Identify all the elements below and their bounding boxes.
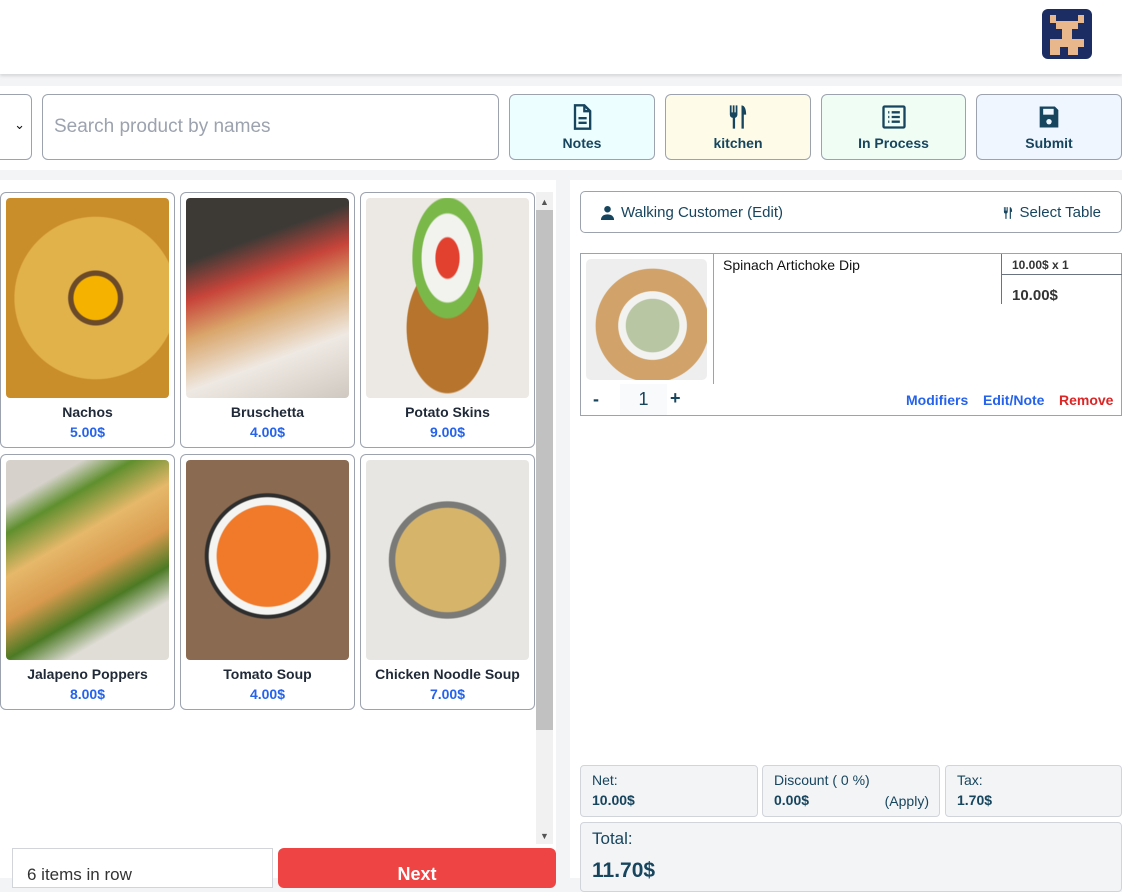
product-image [366, 198, 529, 398]
items-per-row-select[interactable]: 6 items in row [12, 848, 273, 888]
kitchen-button[interactable]: kitchen [665, 94, 811, 160]
net-value: 10.00$ [592, 792, 635, 808]
product-card[interactable]: Bruschetta 4.00$ [180, 192, 355, 448]
search-input[interactable] [42, 94, 499, 160]
net-label: Net: [592, 772, 618, 788]
chevron-down-icon: ⌄ [14, 117, 25, 132]
user-icon [600, 205, 615, 220]
notes-button[interactable]: Notes [509, 94, 655, 160]
net-summary: Net: 10.00$ [580, 765, 758, 817]
next-button[interactable]: Next [278, 848, 556, 888]
submit-button[interactable]: Submit [976, 94, 1122, 160]
product-card[interactable]: Chicken Noodle Soup 7.00$ [360, 454, 535, 710]
save-icon [1039, 106, 1059, 128]
user-avatar-logo[interactable] [1042, 9, 1092, 59]
submit-label: Submit [1025, 135, 1073, 151]
discount-label: Discount ( 0 %) [774, 772, 870, 788]
product-image [6, 460, 169, 660]
item-name: Spinach Artichoke Dip [723, 257, 860, 273]
item-unit-price: 10.00$ x 1 [1012, 258, 1069, 272]
tax-summary: Tax: 1.70$ [945, 765, 1122, 817]
product-card[interactable]: Jalapeno Poppers 8.00$ [0, 454, 175, 710]
category-select[interactable]: ⌄ [0, 94, 32, 160]
scroll-up-icon[interactable]: ▲ [540, 197, 549, 207]
product-image [186, 460, 349, 660]
modifiers-link[interactable]: Modifiers [906, 392, 968, 408]
tax-label: Tax: [957, 772, 983, 788]
product-name: Jalapeno Poppers [27, 666, 148, 682]
product-card[interactable]: Tomato Soup 4.00$ [180, 454, 355, 710]
scrollbar-thumb[interactable] [536, 210, 553, 730]
customer-edit-link[interactable]: Walking Customer (Edit) [600, 204, 783, 221]
app-header [0, 0, 1122, 74]
remove-link[interactable]: Remove [1059, 392, 1113, 408]
product-price: 4.00$ [249, 424, 286, 440]
increase-qty-button[interactable]: + [670, 388, 681, 409]
customer-name: Walking Customer (Edit) [621, 204, 783, 221]
customer-bar: Walking Customer (Edit) Select Table [580, 191, 1122, 233]
notes-label: Notes [562, 135, 602, 151]
select-table-label: Select Table [1019, 204, 1101, 221]
product-price: 9.00$ [429, 424, 466, 440]
product-image [6, 198, 169, 398]
product-name: Tomato Soup [223, 666, 312, 682]
select-table-button[interactable]: Select Table [1001, 204, 1101, 221]
item-total: 10.00$ [1012, 287, 1058, 304]
in-process-label: In Process [858, 135, 929, 151]
product-name: Nachos [62, 404, 113, 420]
order-panel: Walking Customer (Edit) Select Table Spi… [570, 180, 1122, 892]
product-image [186, 198, 349, 398]
in-process-button[interactable]: In Process [821, 94, 966, 160]
utensils-icon [729, 105, 747, 129]
toolbar: ⌄ Notes kitchen In Process Submit [0, 86, 1122, 170]
product-card[interactable]: Nachos 5.00$ [0, 192, 175, 448]
edit-note-link[interactable]: Edit/Note [983, 392, 1044, 408]
product-panel: Nachos 5.00$ Bruschetta 4.00$ Potato Skins… [0, 180, 556, 878]
product-price: 8.00$ [69, 686, 106, 702]
kitchen-label: kitchen [713, 135, 763, 151]
total-summary: Total: 11.70$ [580, 822, 1122, 892]
scroll-down-icon[interactable]: ▼ [540, 831, 549, 841]
product-name: Potato Skins [405, 404, 490, 420]
total-label: Total: [592, 829, 633, 848]
product-name: Bruschetta [230, 404, 305, 420]
order-item: Spinach Artichoke Dip 10.00$ x 1 10.00$ … [580, 253, 1122, 415]
quantity-input[interactable]: 1 [620, 384, 667, 415]
tax-value: 1.70$ [957, 792, 993, 808]
product-price: 7.00$ [429, 686, 466, 702]
file-text-icon [573, 104, 592, 130]
utensils-icon [1003, 206, 1012, 219]
item-image [586, 259, 707, 380]
product-image [366, 460, 529, 660]
product-price: 4.00$ [249, 686, 286, 702]
decrease-qty-button[interactable]: - [593, 389, 599, 410]
product-card[interactable]: Potato Skins 9.00$ [360, 192, 535, 448]
product-name: Chicken Noodle Soup [375, 666, 520, 682]
list-icon [881, 105, 906, 129]
apply-discount-link[interactable]: (Apply) [885, 793, 929, 809]
product-price: 5.00$ [69, 424, 106, 440]
total-value: 11.70$ [592, 859, 656, 882]
items-per-row-value: 6 items in row [27, 865, 132, 884]
discount-summary: Discount ( 0 %) 0.00$ (Apply) [762, 765, 940, 817]
